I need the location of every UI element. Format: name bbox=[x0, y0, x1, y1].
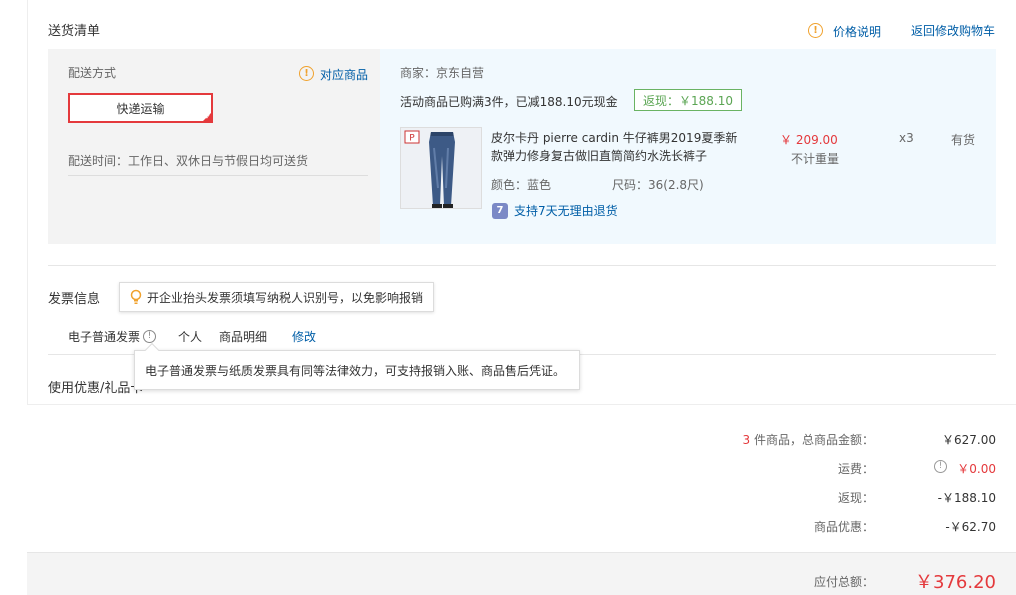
coupon-title[interactable]: 使用优惠/礼品卡 bbox=[48, 377, 143, 396]
lightbulb-icon bbox=[130, 289, 142, 304]
invoice-info-icon[interactable]: ! bbox=[143, 330, 157, 343]
corresponding-goods-link[interactable]: 对应商品 bbox=[320, 66, 368, 83]
invoice-holder: 个人 bbox=[178, 330, 203, 344]
freight-amount: ￥0.00 bbox=[957, 462, 996, 476]
payable-amount: ￥376.20 bbox=[915, 572, 996, 593]
price-note-link[interactable]: 价格说明 bbox=[833, 23, 881, 40]
popup-arrow bbox=[144, 342, 160, 358]
product-weight: 不计重量 bbox=[791, 152, 840, 166]
product-quantity: x3 bbox=[899, 131, 914, 145]
product-price: ￥ 209.00 bbox=[780, 133, 838, 147]
invoice-type-popup: 电子普通发票与纸质发票具有同等法律效力，可支持报销入账、商品售后凭证。 bbox=[134, 342, 580, 390]
product-size: 尺码：36(2.8尺) bbox=[612, 178, 704, 192]
product-image[interactable]: P bbox=[400, 127, 482, 209]
back-to-cart-link[interactable]: 返回修改购物车 bbox=[911, 22, 995, 39]
discount-label: 商品优惠： bbox=[813, 520, 874, 534]
left-border bbox=[27, 0, 28, 404]
popup-text: 电子普通发票与纸质发票具有同等法律效力，可支持报销入账、商品售后凭证。 bbox=[145, 363, 566, 378]
cashback-amount: -￥188.10 bbox=[937, 491, 996, 505]
express-shipping-option[interactable]: 快递运输 ✓ bbox=[68, 93, 213, 123]
shipping-divider bbox=[68, 175, 368, 176]
check-icon: ✓ bbox=[205, 113, 211, 121]
price-info-icon[interactable]: ! bbox=[808, 23, 823, 38]
delivery-time-text: 配送时间：工作日、双休日与节假日均可送货 bbox=[68, 154, 309, 168]
invoice-tip-text: 开企业抬头发票须填写纳税人识别号，以免影响报销 bbox=[147, 290, 424, 305]
bottom-border bbox=[27, 404, 1016, 405]
goods-total-label: 件商品，总商品金额： bbox=[753, 433, 874, 447]
jeans-image: P bbox=[401, 128, 481, 208]
stock-status: 有货 bbox=[951, 133, 976, 147]
return-policy[interactable]: 7 支持7天无理由退货 bbox=[492, 202, 618, 219]
product-title[interactable]: 皮尔卡丹 pierre cardin 牛仔裤男2019夏季新 款弹力修身复古做旧… bbox=[491, 129, 737, 165]
payable-label: 应付总额： bbox=[813, 575, 874, 589]
merchant-name: 商家：京东自营 bbox=[400, 66, 485, 80]
brand-logo-text: P bbox=[409, 134, 415, 144]
warning-icon: ! bbox=[299, 66, 314, 81]
invoice-type: 电子普通发票 ! bbox=[68, 328, 157, 345]
return-policy-text: 支持7天无理由退货 bbox=[514, 204, 618, 218]
goods-total-row-label: 3 件商品，总商品金额： bbox=[600, 431, 874, 448]
goods-total-amount: ￥627.00 bbox=[942, 433, 996, 447]
product-title-line2: 款弹力修身复古做旧直筒简约水洗长裤子 bbox=[491, 149, 708, 163]
invoice-title: 发票信息 bbox=[48, 292, 101, 307]
shipping-option-label: 快递运输 bbox=[116, 101, 165, 116]
invoice-content: 商品明细 bbox=[219, 330, 268, 344]
cashback-label: 返现： bbox=[837, 491, 874, 505]
return-7day-icon: 7 bbox=[492, 202, 508, 219]
item-count: 3 bbox=[742, 433, 751, 447]
discount-amount: -￥62.70 bbox=[945, 520, 996, 534]
product-title-line1: 皮尔卡丹 pierre cardin 牛仔裤男2019夏季新 bbox=[491, 131, 738, 145]
freight-label: 运费： bbox=[837, 462, 874, 476]
edit-invoice-link[interactable]: 修改 bbox=[292, 328, 316, 345]
shipping-method-label: 配送方式 bbox=[68, 66, 117, 80]
section-title-delivery: 送货清单 bbox=[48, 24, 101, 39]
invoice-tip: 开企业抬头发票须填写纳税人识别号，以免影响报销 bbox=[119, 282, 434, 312]
product-color: 颜色：蓝色 bbox=[491, 178, 552, 192]
freight-info-icon[interactable]: ! bbox=[934, 460, 947, 473]
section-divider bbox=[48, 265, 996, 266]
cashback-tag: 返现：￥188.10 bbox=[634, 89, 742, 111]
promo-text: 活动商品已购满3件，已减188.10元现金 bbox=[400, 95, 618, 109]
invoice-type-label: 电子普通发票 bbox=[68, 330, 141, 344]
